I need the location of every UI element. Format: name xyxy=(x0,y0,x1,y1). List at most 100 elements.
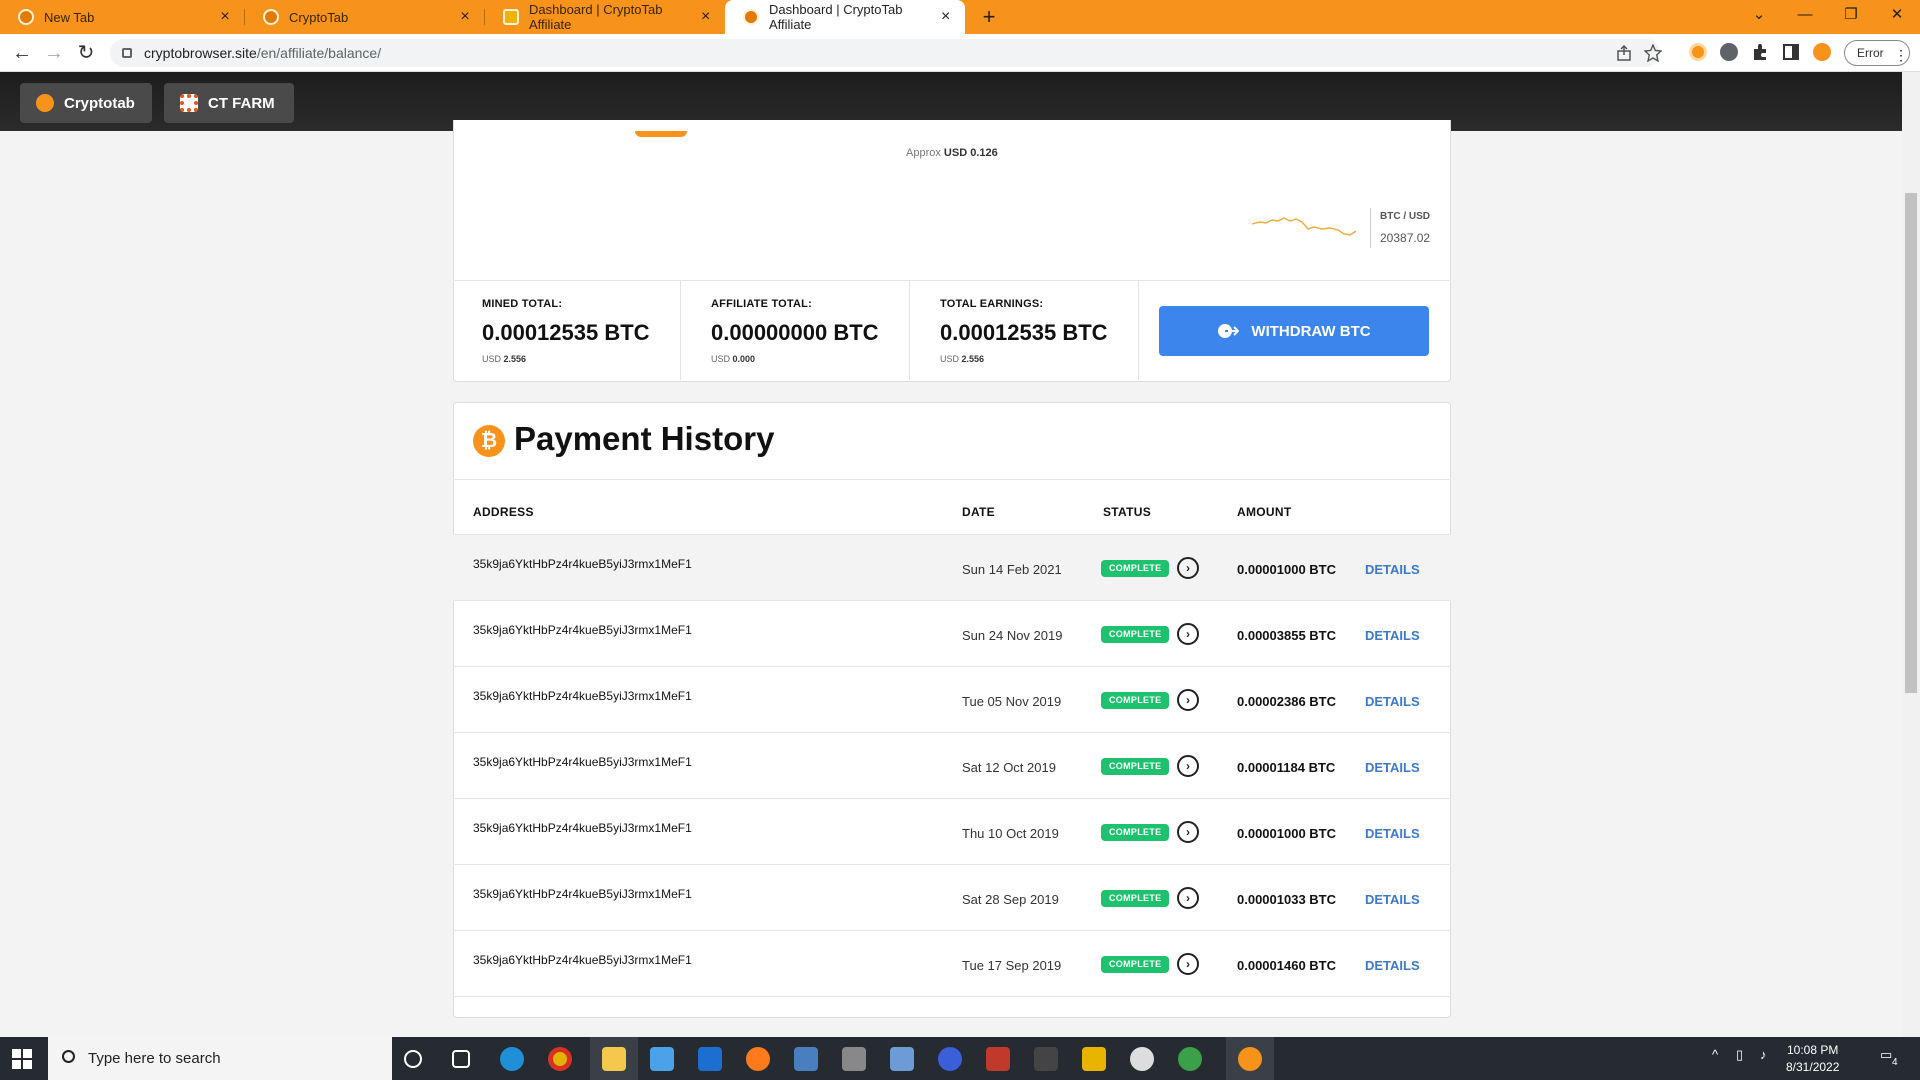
ct-farm-label: CT FARM xyxy=(208,94,275,112)
table-row: 35k9ja6YktHbPz4r4kueB5yiJ3rmx1MeF1 Tue 0… xyxy=(453,667,1451,733)
mined-total-usd: USD 2.556 xyxy=(482,354,527,364)
url-host: cryptobrowser.site xyxy=(144,45,257,61)
cryptotab-taskbar-icon[interactable] xyxy=(1238,1047,1262,1071)
chevron-right-icon[interactable]: › xyxy=(1177,689,1199,711)
taskbar-search-box[interactable]: Type here to search xyxy=(48,1037,392,1080)
column-header-status: STATUS xyxy=(1103,505,1152,519)
tab-dashboard[interactable]: Dashboard | CryptoTab Affiliate × xyxy=(485,0,725,34)
chevron-right-icon[interactable]: › xyxy=(1177,887,1199,909)
battery-icon[interactable]: ▯ xyxy=(1736,1047,1743,1063)
affiliate-total: AFFILIATE TOTAL: 0.00000000 BTC USD 0.00… xyxy=(711,298,879,364)
details-link[interactable]: DETAILS xyxy=(1365,694,1420,709)
forward-button[interactable]: → xyxy=(40,39,68,67)
row-date: Tue 05 Nov 2019 xyxy=(962,694,1062,709)
bookmark-star-icon[interactable] xyxy=(1644,44,1662,62)
share-icon[interactable] xyxy=(1616,45,1632,61)
tab-search-icon[interactable]: ⌄ xyxy=(1736,0,1782,34)
notification-center-icon[interactable]: ▭ xyxy=(1880,1047,1892,1063)
chevron-right-icon[interactable]: › xyxy=(1177,953,1199,975)
lock-icon[interactable] xyxy=(122,48,132,58)
cryptotab-button[interactable]: Cryptotab xyxy=(20,83,152,123)
file-explorer-icon[interactable] xyxy=(602,1047,626,1071)
clock-date: 8/31/2022 xyxy=(1786,1060,1840,1074)
tab-title: Dashboard | CryptoTab Affiliate xyxy=(769,2,903,32)
edge-icon[interactable] xyxy=(500,1047,524,1071)
app-icon[interactable] xyxy=(842,1047,866,1071)
total-earnings-usd: USD 2.556 xyxy=(940,354,985,364)
extension-bolt-icon[interactable] xyxy=(1720,43,1738,61)
app-blue-icon[interactable] xyxy=(938,1047,962,1071)
back-button[interactable]: ← xyxy=(8,39,36,67)
windows-start-icon[interactable] xyxy=(12,1049,32,1069)
media-icon[interactable] xyxy=(1082,1047,1106,1071)
affiliate-total-value: 0.00000000 BTC xyxy=(711,320,879,345)
tray-chevron-up-icon[interactable]: ^ xyxy=(1712,1047,1718,1062)
menu-kebab-icon[interactable]: ⋮ xyxy=(1894,47,1908,64)
new-tab-button[interactable]: + xyxy=(976,4,1002,30)
cryptotab-favicon-icon xyxy=(18,9,34,25)
reload-button[interactable]: ↻ xyxy=(72,39,100,67)
app-red-icon[interactable] xyxy=(986,1047,1010,1071)
mined-total-label: MINED TOTAL: xyxy=(482,298,563,310)
firefox-icon[interactable] xyxy=(746,1047,770,1071)
details-link[interactable]: DETAILS xyxy=(1365,892,1420,907)
url-path: /en/affiliate/balance/ xyxy=(256,45,382,61)
chevron-right-icon[interactable]: › xyxy=(1177,557,1199,579)
status-badge: COMPLETE xyxy=(1101,692,1170,709)
tab-dashboard-active[interactable]: Dashboard | CryptoTab Affiliate × xyxy=(725,0,965,34)
volume-icon[interactable]: ♪ xyxy=(1760,1047,1767,1062)
address-bar[interactable]: cryptobrowser.site/en/affiliate/balance/ xyxy=(110,39,1662,67)
system-clock[interactable]: 10:08 PM 8/31/2022 xyxy=(1786,1042,1839,1076)
profile-avatar-icon[interactable] xyxy=(1813,43,1831,61)
chevron-right-icon[interactable]: › xyxy=(1177,755,1199,777)
side-panel-icon[interactable] xyxy=(1782,43,1800,61)
settings-gear-icon[interactable] xyxy=(1130,1047,1154,1071)
clock-time: 10:08 PM xyxy=(1787,1043,1839,1057)
mail-icon[interactable] xyxy=(698,1047,722,1071)
scrollbar-thumb[interactable] xyxy=(1905,193,1917,693)
approx-value: USD 0.126 xyxy=(943,147,998,159)
row-amount: 0.00001000 BTC xyxy=(1237,826,1337,841)
game-icon[interactable] xyxy=(890,1047,914,1071)
affiliate-total-usd: USD 0.000 xyxy=(711,354,756,364)
extensions-puzzle-icon[interactable] xyxy=(1751,43,1769,61)
bitcoin-icon: ₿ xyxy=(473,425,505,457)
details-link[interactable]: DETAILS xyxy=(1365,562,1420,577)
app-dark-icon[interactable] xyxy=(1034,1047,1058,1071)
cortana-icon[interactable] xyxy=(404,1050,422,1068)
row-date: Tue 17 Sep 2019 xyxy=(962,958,1062,973)
status-badge: COMPLETE xyxy=(1101,560,1170,577)
title-divider xyxy=(453,479,1451,480)
payment-history-title: Payment History xyxy=(514,420,775,457)
ct-farm-button[interactable]: CT FARM xyxy=(164,83,294,123)
minimize-button[interactable]: — xyxy=(1782,0,1828,34)
chevron-right-icon[interactable]: › xyxy=(1177,623,1199,645)
row-address: 35k9ja6YktHbPz4r4kueB5yiJ3rmx1MeF1 xyxy=(473,887,692,901)
details-link[interactable]: DETAILS xyxy=(1365,826,1420,841)
details-link[interactable]: DETAILS xyxy=(1365,628,1420,643)
cryptotab-extension-icon[interactable] xyxy=(1689,43,1707,61)
withdraw-btc-button[interactable]: WITHDRAW BTC xyxy=(1159,306,1429,356)
store-icon[interactable] xyxy=(650,1047,674,1071)
tab-close-icon[interactable]: × xyxy=(696,8,715,26)
tab-close-icon[interactable]: × xyxy=(215,8,235,26)
status-badge: COMPLETE xyxy=(1101,626,1170,643)
chrome-icon[interactable] xyxy=(548,1047,572,1071)
restore-button[interactable]: ❐ xyxy=(1828,0,1874,34)
app-window-icon[interactable] xyxy=(794,1047,818,1071)
tab-close-icon[interactable]: × xyxy=(936,8,955,26)
task-view-icon[interactable] xyxy=(452,1050,470,1068)
chevron-right-icon[interactable]: › xyxy=(1177,821,1199,843)
close-window-button[interactable]: ✕ xyxy=(1874,0,1920,34)
details-link[interactable]: DETAILS xyxy=(1365,958,1420,973)
tab-close-icon[interactable]: × xyxy=(455,8,475,26)
tab-new-tab[interactable]: New Tab × xyxy=(0,0,245,34)
details-link[interactable]: DETAILS xyxy=(1365,760,1420,775)
browser-icon[interactable] xyxy=(1178,1047,1202,1071)
row-amount: 0.00001460 BTC xyxy=(1237,958,1337,973)
total-earnings-value: 0.00012535 BTC xyxy=(940,320,1108,345)
balance-coin-icon xyxy=(635,131,687,137)
tab-cryptotab[interactable]: CryptoTab × xyxy=(245,0,485,34)
row-address: 35k9ja6YktHbPz4r4kueB5yiJ3rmx1MeF1 xyxy=(473,953,692,967)
tab-title: New Tab xyxy=(44,9,95,25)
